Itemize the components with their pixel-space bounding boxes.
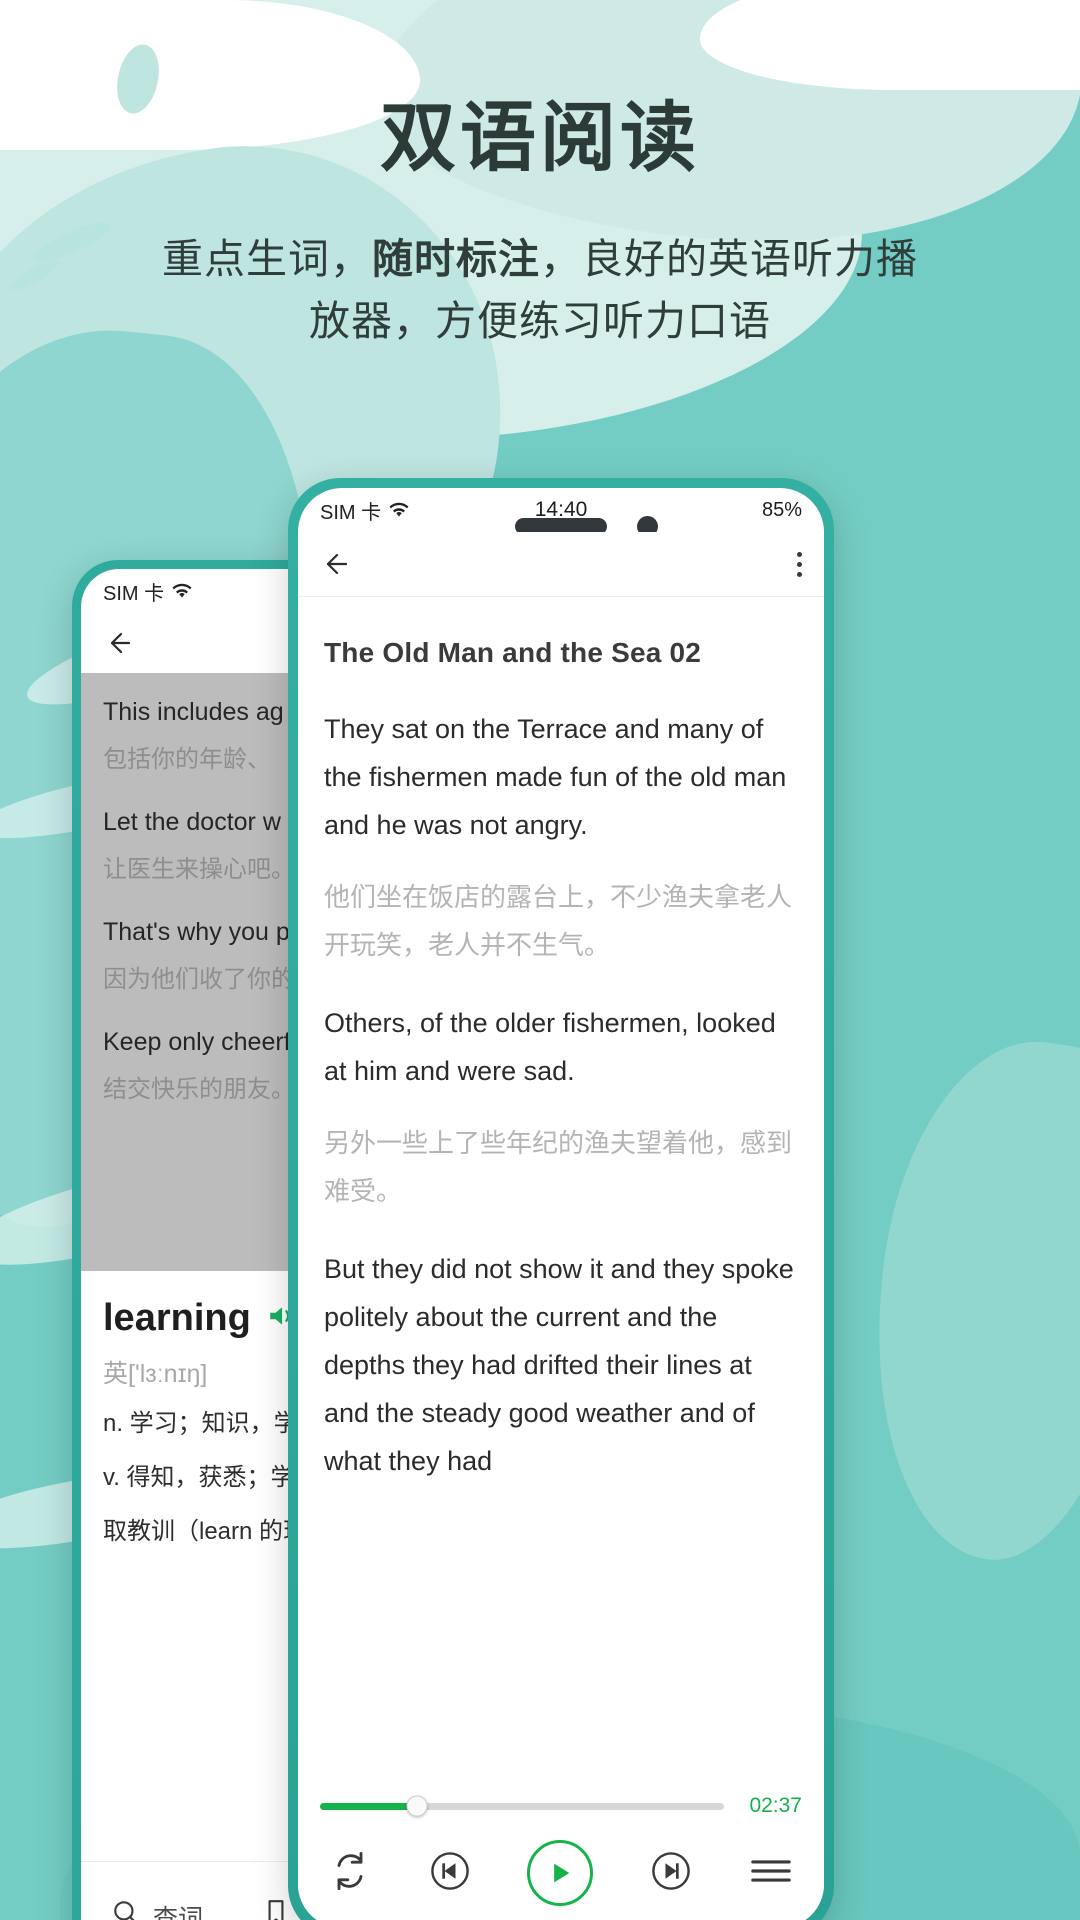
paragraph-en[interactable]: They sat on the Terrace and many of the … <box>324 705 798 849</box>
back-arrow-icon[interactable] <box>103 628 133 658</box>
wifi-icon <box>171 583 193 600</box>
front-phone-statusbar: SIM 卡 14:40 85% <box>298 488 824 537</box>
page-subtitle: 重点生词，随时标注，良好的英语听力播 放器，方便练习听力口语 <box>80 228 1000 352</box>
progress-fill <box>320 1802 417 1810</box>
paragraph-en[interactable]: Others, of the older fishermen, looked a… <box>324 999 798 1095</box>
player-controls <box>320 1818 802 1906</box>
playlist-menu-icon[interactable] <box>748 1854 794 1893</box>
skip-next-icon[interactable] <box>649 1849 693 1898</box>
front-phone-status-left: SIM 卡 <box>320 496 410 525</box>
audio-player: 02:37 <box>298 1778 824 1920</box>
reader-content[interactable]: The Old Man and the Sea 02 They sat on t… <box>298 597 824 1779</box>
subtitle-line-2: 放器，方便练习听力口语 <box>309 298 771 344</box>
back-arrow-icon[interactable] <box>320 549 350 579</box>
paragraph-zh: 他们坐在饭店的露台上，不少渔夫拿老人开玩笑，老人并不生气。 <box>324 882 793 960</box>
dictionary-word: learning <box>103 1297 251 1339</box>
bookmark-icon <box>263 1898 289 1920</box>
skip-previous-icon[interactable] <box>428 1849 472 1898</box>
front-phone-screen: SIM 卡 14:40 85% The Old Man and the Sea … <box>298 488 824 1920</box>
progress-slider[interactable] <box>320 1795 724 1817</box>
back-phone-status-left: SIM 卡 <box>103 577 193 606</box>
paragraph-en[interactable]: But they did not show it and they spoke … <box>324 1245 798 1485</box>
search-tab-label: 查词 <box>153 1904 204 1920</box>
promo-screenshot: 双语阅读 重点生词，随时标注，良好的英语听力播 放器，方便练习听力口语 SIM … <box>0 0 1080 1920</box>
carrier-label: SIM 卡 <box>320 501 382 524</box>
subtitle-part-1: 重点生词， <box>162 236 372 282</box>
search-icon <box>111 1898 141 1920</box>
repeat-icon[interactable] <box>328 1849 372 1898</box>
wifi-icon <box>388 502 410 519</box>
progress-knob[interactable] <box>406 1795 428 1817</box>
search-tab[interactable]: 查词 <box>111 1898 203 1920</box>
page-title: The Old Man and the Sea 02 <box>324 637 702 668</box>
current-time-label: 02:37 <box>749 1794 802 1817</box>
front-phone-appbar <box>298 532 824 597</box>
brush-stroke-right <box>845 1024 1080 1576</box>
play-button[interactable] <box>527 1840 593 1906</box>
bookmark-tab[interactable] <box>263 1898 289 1920</box>
phone-mockup-reader: SIM 卡 14:40 85% The Old Man and the Sea … <box>288 478 834 1920</box>
battery-label: 85% <box>761 498 802 521</box>
subtitle-part-2: ，良好的英语听力播 <box>540 236 918 282</box>
subtitle-emphasis: 随时标注 <box>372 236 540 282</box>
progress-row: 02:37 <box>320 1778 802 1818</box>
paragraph-zh: 另外一些上了些年纪的渔夫望着他，感到难受。 <box>324 1128 793 1206</box>
more-vertical-icon[interactable] <box>796 551 802 577</box>
carrier-label: SIM 卡 <box>103 582 165 605</box>
page-title: 双语阅读 <box>380 96 700 181</box>
